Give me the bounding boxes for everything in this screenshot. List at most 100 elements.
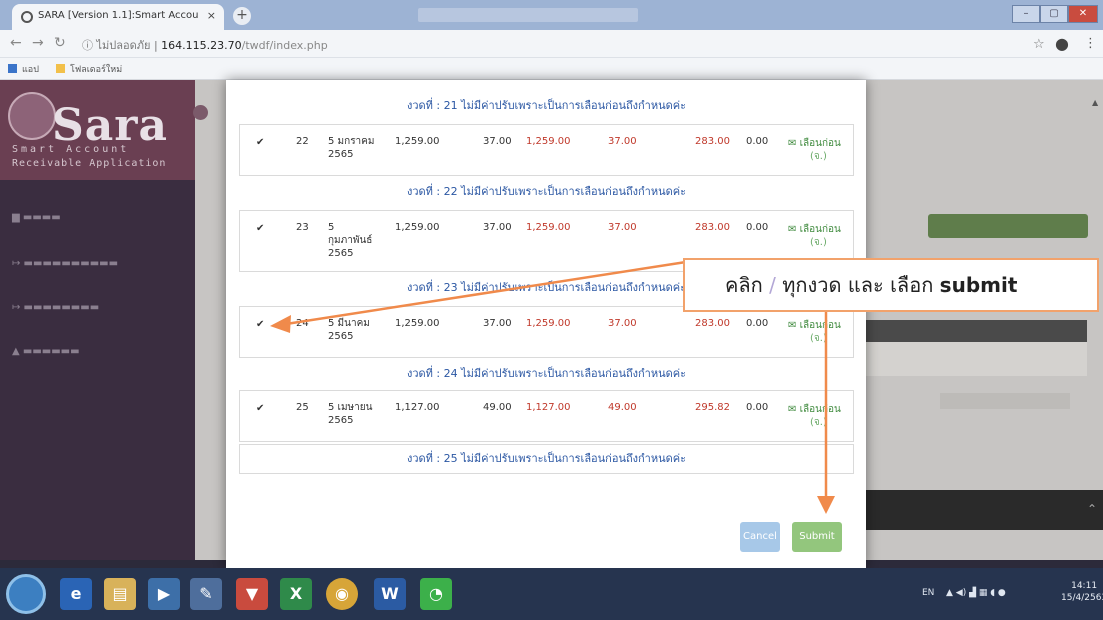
value-1: 283.00 bbox=[695, 222, 730, 233]
due-date: 5 มกราคม 2565 bbox=[328, 136, 375, 160]
mail-icon: ✉ bbox=[788, 404, 797, 415]
language-indicator[interactable]: EN bbox=[922, 588, 934, 598]
installment-number: 23 bbox=[296, 222, 309, 233]
due-date: 5 เมษายน 2565 bbox=[328, 402, 373, 426]
note-row: งวดที่ : 21 ไม่มีค่าปรับเพราะเป็นการเลือ… bbox=[406, 99, 687, 112]
postpone-link[interactable]: ✉ เลือนก่อน (จ.) bbox=[788, 137, 841, 163]
installment-number: 22 bbox=[296, 136, 309, 147]
sidebar-item-4[interactable]: ▲ ▬▬▬▬▬▬ bbox=[12, 346, 80, 357]
amount: 1,259.00 bbox=[395, 318, 440, 329]
row-checkbox[interactable]: ✔ bbox=[256, 137, 264, 148]
browser-menu-icon[interactable]: ⋮ bbox=[1084, 36, 1097, 51]
sidebar: Sara Smart Account Receivable Applicatio… bbox=[0, 80, 195, 560]
app-icon[interactable]: ✎ bbox=[190, 578, 222, 610]
background-table-row bbox=[862, 342, 1087, 376]
new-tab-button[interactable]: + bbox=[233, 7, 251, 25]
scroll-up-icon[interactable]: ▲ bbox=[1092, 98, 1098, 107]
table-row: ✔ 24 5 มีนาคม 2565 1,259.00 37.00 1,259.0… bbox=[239, 306, 854, 358]
tab-close-icon[interactable]: × bbox=[207, 9, 216, 22]
postpone-link[interactable]: ✉ เลือนก่อน (จ.) bbox=[788, 319, 841, 345]
fee: 37.00 bbox=[483, 136, 512, 147]
bookmark-apps[interactable]: แอป bbox=[8, 62, 39, 76]
installment-number: 24 bbox=[296, 318, 309, 329]
minimize-button[interactable]: – bbox=[1012, 5, 1040, 23]
sidebar-item-3[interactable]: ↦ ▬▬▬▬▬▬▬▬ bbox=[12, 302, 99, 313]
browser-tab[interactable]: SARA [Version 1.1]:Smart Accou × bbox=[12, 4, 224, 30]
value-1: 283.00 bbox=[695, 318, 730, 329]
chrome-icon[interactable]: ◉ bbox=[326, 578, 358, 610]
postpone-link[interactable]: ✉ เลือนก่อน (จ.) bbox=[788, 223, 841, 249]
instruction-callout: คลิก / ทุกงวด และ เลือก submit bbox=[683, 258, 1099, 312]
forward-arrow-icon[interactable]: → bbox=[32, 35, 44, 51]
fee: 49.00 bbox=[483, 402, 512, 413]
logo-subtitle-1: Smart Account bbox=[12, 144, 130, 155]
table-row: ✔ 25 5 เมษายน 2565 1,127.00 49.00 1,127.0… bbox=[239, 390, 854, 442]
cancel-button[interactable]: Cancel bbox=[740, 522, 780, 552]
note-row: งวดที่ : 25 ไม่มีค่าปรับเพราะเป็นการเลือ… bbox=[239, 444, 854, 474]
start-button[interactable] bbox=[6, 574, 46, 614]
due-date: 5 กุมภาพันธ์ 2565 bbox=[328, 222, 373, 259]
profile-icon[interactable]: ● bbox=[1055, 34, 1069, 53]
word-icon[interactable]: W bbox=[374, 578, 406, 610]
value-2: 0.00 bbox=[746, 402, 769, 413]
site-favicon-icon bbox=[21, 11, 33, 23]
url-host: 164.115.23.70 bbox=[161, 39, 242, 52]
mail-icon: ✉ bbox=[788, 138, 797, 149]
fee-due: 37.00 bbox=[608, 318, 637, 329]
value-2: 0.00 bbox=[746, 136, 769, 147]
row-checkbox[interactable]: ✔ bbox=[256, 223, 264, 234]
installment-modal: งวดที่ : 21 ไม่มีค่าปรับเพราะเป็นการเลือ… bbox=[226, 80, 866, 568]
maximize-button[interactable]: ▢ bbox=[1040, 5, 1068, 23]
address-bar: ← → ↻ ⓘ ไม่ปลอดภัย | 164.115.23.70/twdf/… bbox=[0, 30, 1103, 58]
amount-due: 1,127.00 bbox=[526, 402, 571, 413]
line-icon[interactable]: ◔ bbox=[420, 578, 452, 610]
mail-icon: ✉ bbox=[788, 320, 797, 331]
background-pager bbox=[940, 393, 1070, 409]
bookmark-folder[interactable]: โฟลเดอร์ใหม่ bbox=[56, 62, 122, 76]
installment-number: 25 bbox=[296, 402, 309, 413]
note-row: งวดที่ : 22 ไม่มีค่าปรับเพราะเป็นการเลือ… bbox=[406, 185, 687, 198]
sidebar-logo-area: Sara Smart Account Receivable Applicatio… bbox=[0, 80, 195, 180]
fee: 37.00 bbox=[483, 318, 512, 329]
ie-icon[interactable]: e bbox=[60, 578, 92, 610]
url-field[interactable]: ⓘ ไม่ปลอดภัย | 164.115.23.70/twdf/index.… bbox=[82, 36, 328, 54]
amount-due: 1,259.00 bbox=[526, 136, 571, 147]
submit-button[interactable]: Submit bbox=[792, 522, 842, 552]
media-player-icon[interactable]: ▶ bbox=[148, 578, 180, 610]
url-security-label: ⓘ ไม่ปลอดภัย bbox=[82, 39, 151, 52]
browser-titlebar: SARA [Version 1.1]:Smart Accou × + – ▢ ✕ bbox=[0, 0, 1103, 30]
fee-due: 37.00 bbox=[608, 136, 637, 147]
system-clock[interactable]: 14:11 15/4/2563 bbox=[1061, 580, 1103, 604]
sidebar-item-1[interactable]: ▆ ▬▬▬▬ bbox=[12, 212, 61, 223]
row-checkbox[interactable]: ✔ bbox=[256, 403, 264, 414]
close-window-button[interactable]: ✕ bbox=[1068, 5, 1098, 23]
bookmark-star-icon[interactable]: ☆ bbox=[1033, 37, 1045, 52]
amount: 1,127.00 bbox=[395, 402, 440, 413]
back-arrow-icon[interactable]: ← bbox=[10, 35, 22, 51]
blurred-window-title bbox=[418, 8, 638, 22]
folder-icon bbox=[56, 64, 65, 73]
background-badge bbox=[928, 214, 1088, 238]
fee-due: 49.00 bbox=[608, 402, 637, 413]
header-toggle-icon[interactable] bbox=[193, 105, 208, 120]
excel-icon[interactable]: X bbox=[280, 578, 312, 610]
amount: 1,259.00 bbox=[395, 222, 440, 233]
amount-due: 1,259.00 bbox=[526, 222, 571, 233]
explorer-icon[interactable]: ▤ bbox=[104, 578, 136, 610]
url-path: /twdf/index.php bbox=[241, 39, 328, 52]
sara-logo-icon bbox=[8, 92, 56, 140]
scroll-expand-icon[interactable]: ⌃ bbox=[1087, 502, 1097, 516]
row-checkbox[interactable]: ✔ bbox=[256, 319, 264, 330]
brave-icon[interactable]: ▼ bbox=[236, 578, 268, 610]
value-2: 0.00 bbox=[746, 222, 769, 233]
table-row: ✔ 22 5 มกราคม 2565 1,259.00 37.00 1,259.0… bbox=[239, 124, 854, 176]
sidebar-item-2[interactable]: ↦ ▬▬▬▬▬▬▬▬▬▬ bbox=[12, 258, 118, 269]
tray-icons[interactable]: ▲ ◀) ▟ ▦ ◖ ● bbox=[946, 588, 1006, 598]
mail-icon: ✉ bbox=[788, 224, 797, 235]
amount: 1,259.00 bbox=[395, 136, 440, 147]
postpone-link[interactable]: ✉ เลือนก่อน (จ.) bbox=[788, 403, 841, 429]
logo-subtitle-2: Receivable Application bbox=[12, 158, 167, 169]
reload-icon[interactable]: ↻ bbox=[54, 35, 66, 51]
value-1: 283.00 bbox=[695, 136, 730, 147]
note-row: งวดที่ : 24 ไม่มีค่าปรับเพราะเป็นการเลือ… bbox=[406, 367, 687, 380]
